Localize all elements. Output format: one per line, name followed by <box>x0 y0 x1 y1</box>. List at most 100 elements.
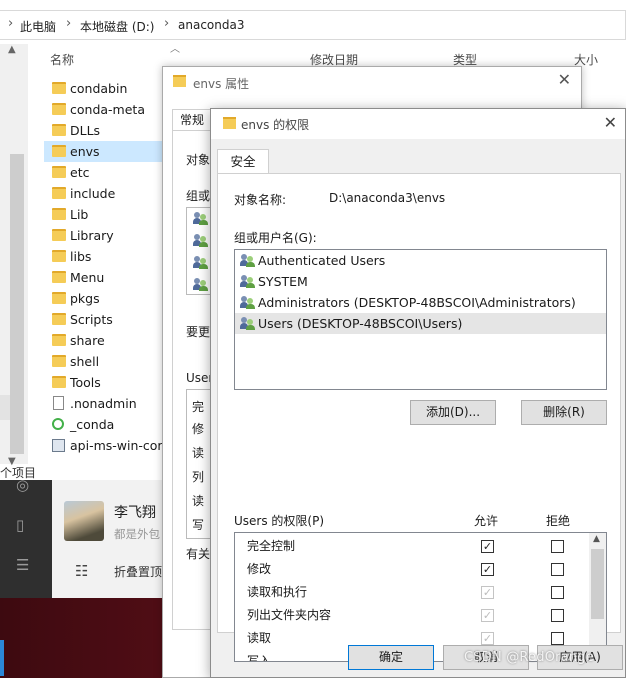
deny-checkbox[interactable] <box>551 563 564 576</box>
file-item[interactable]: shell <box>44 351 169 372</box>
folder-icon <box>52 103 66 115</box>
file-item[interactable]: .nonadmin <box>44 393 169 414</box>
add-button[interactable]: 添加(D)... <box>410 400 496 425</box>
file-item[interactable]: Lib <box>44 204 169 225</box>
permissions-for-label: Users 的权限(P) <box>234 514 325 528</box>
breadcrumb-local-disk[interactable]: 本地磁盘 (D:) <box>80 18 154 35</box>
ok-button[interactable]: 确定 <box>348 645 434 670</box>
user-group-icon <box>240 317 255 330</box>
perm-abbrev: 完 <box>192 400 205 414</box>
allow-checkbox[interactable]: ✓ <box>481 540 494 553</box>
scroll-up-icon[interactable]: ▲ <box>8 44 16 55</box>
settings-ring-icon[interactable]: ◎ <box>16 476 29 494</box>
phone-icon[interactable]: ▯ <box>16 516 24 534</box>
user-list-item[interactable]: Users (DESKTOP-48BSCOI\Users) <box>235 313 606 334</box>
user-list-item[interactable]: Administrators (DESKTOP-48BSCOI\Administ… <box>235 292 606 313</box>
folder-icon <box>173 75 186 87</box>
file-item[interactable]: share <box>44 330 169 351</box>
file-name: share <box>70 333 105 348</box>
file-name: Menu <box>70 270 105 285</box>
perm-abbrev: 读 <box>192 494 205 508</box>
contact-name[interactable]: 李飞翔 <box>114 502 156 522</box>
user-name: Authenticated Users <box>258 253 386 268</box>
folder-icon <box>52 208 66 220</box>
file-item[interactable]: conda-meta <box>44 99 169 120</box>
scrollbar-thumb[interactable] <box>591 549 604 619</box>
permission-row: 修改 ✓ <box>235 558 606 581</box>
column-header-name[interactable]: 名称 <box>50 51 74 68</box>
perm-abbrev: 写 <box>192 518 205 532</box>
file-item[interactable]: include <box>44 183 169 204</box>
object-name-value: D:\anaconda3\envs <box>329 191 446 205</box>
scroll-up-icon[interactable]: ▲ <box>593 534 600 544</box>
tab-security[interactable]: 安全 <box>217 149 269 174</box>
user-group-icon <box>240 275 255 288</box>
user-group-icon <box>193 256 208 269</box>
allow-checkbox: ✓ <box>481 609 494 622</box>
chevron-right-icon[interactable]: › <box>8 16 13 31</box>
user-name: SYSTEM <box>258 274 308 289</box>
close-icon[interactable]: ✕ <box>558 70 571 89</box>
file-name: Scripts <box>70 312 113 327</box>
contact-preview: 都是外包 <box>114 527 160 541</box>
permission-name: 读取和执行 <box>247 585 308 599</box>
file-name: Lib <box>70 207 89 222</box>
object-label: 对象 <box>186 153 211 167</box>
permissions-table: 完全控制✓修改✓读取和执行✓列出文件夹内容✓读取✓写入✓ ▲ ▼ <box>234 532 607 662</box>
more-info-label: 有关 <box>186 547 211 561</box>
deny-checkbox[interactable] <box>551 609 564 622</box>
breadcrumb-anaconda3[interactable]: anaconda3 <box>178 18 244 32</box>
list-icon[interactable]: ☷ <box>75 562 88 580</box>
file-item[interactable]: Tools <box>44 372 169 393</box>
permission-name: 读取 <box>247 631 272 645</box>
permission-row: 列出文件夹内容 ✓ <box>235 604 606 627</box>
file-item[interactable]: Scripts <box>44 309 169 330</box>
chevron-right-icon[interactable]: › <box>164 16 169 31</box>
deny-checkbox[interactable] <box>551 586 564 599</box>
folder-icon <box>52 124 66 136</box>
chevron-right-icon[interactable]: › <box>66 16 71 31</box>
user-name: Users (DESKTOP-48BSCOI\Users) <box>258 316 463 331</box>
file-item[interactable]: pkgs <box>44 288 169 309</box>
object-name-label: 对象名称: <box>234 193 287 207</box>
file-name: condabin <box>70 81 128 96</box>
remove-button[interactable]: 删除(R) <box>521 400 607 425</box>
dll-file-icon <box>52 439 65 452</box>
file-item[interactable]: envs <box>44 141 169 162</box>
fold-pinned-label[interactable]: 折叠置顶 <box>114 563 162 580</box>
watermark: CSDN @RedOrange <box>464 650 594 665</box>
user-list-item[interactable]: Authenticated Users <box>235 250 606 271</box>
tab-general[interactable]: 常规 <box>172 109 212 131</box>
title-bar[interactable]: envs 的权限 ✕ <box>211 109 625 139</box>
allow-header: 允许 <box>474 514 499 528</box>
perm-abbrev: 修 <box>192 422 205 436</box>
group-users-label: 组或用户名(G): <box>234 231 317 245</box>
file-item[interactable]: api-ms-win-core <box>44 435 170 456</box>
breadcrumb-this-pc[interactable]: 此电脑 <box>20 18 56 35</box>
permissions-scrollbar[interactable]: ▲ ▼ <box>589 533 606 661</box>
folder-icon <box>52 166 66 178</box>
permission-name: 完全控制 <box>247 539 296 553</box>
file-name: pkgs <box>70 291 100 306</box>
allow-checkbox[interactable]: ✓ <box>481 563 494 576</box>
address-bar[interactable]: › 此电脑 › 本地磁盘 (D:) › anaconda3 <box>0 10 626 40</box>
menu-icon[interactable]: ☰ <box>16 556 29 574</box>
file-item[interactable]: _conda <box>44 414 169 435</box>
permission-row: 读取和执行 ✓ <box>235 581 606 604</box>
file-item[interactable]: Menu <box>44 267 169 288</box>
deny-checkbox[interactable] <box>551 540 564 553</box>
user-list[interactable]: Authenticated Users SYSTEM Administrators … <box>234 249 607 390</box>
file-item[interactable]: condabin <box>44 78 169 99</box>
scrollbar-thumb[interactable] <box>10 154 24 454</box>
user-list-item[interactable]: SYSTEM <box>235 271 606 292</box>
deny-checkbox[interactable] <box>551 632 564 645</box>
avatar[interactable] <box>64 501 104 541</box>
file-item[interactable]: libs <box>44 246 169 267</box>
file-item[interactable]: Library <box>44 225 169 246</box>
close-icon[interactable]: ✕ <box>604 113 617 132</box>
file-item[interactable]: DLLs <box>44 120 169 141</box>
folder-icon <box>52 145 66 157</box>
file-item[interactable]: etc <box>44 162 169 183</box>
file-name: Library <box>70 228 114 243</box>
user-group-icon <box>193 278 208 291</box>
